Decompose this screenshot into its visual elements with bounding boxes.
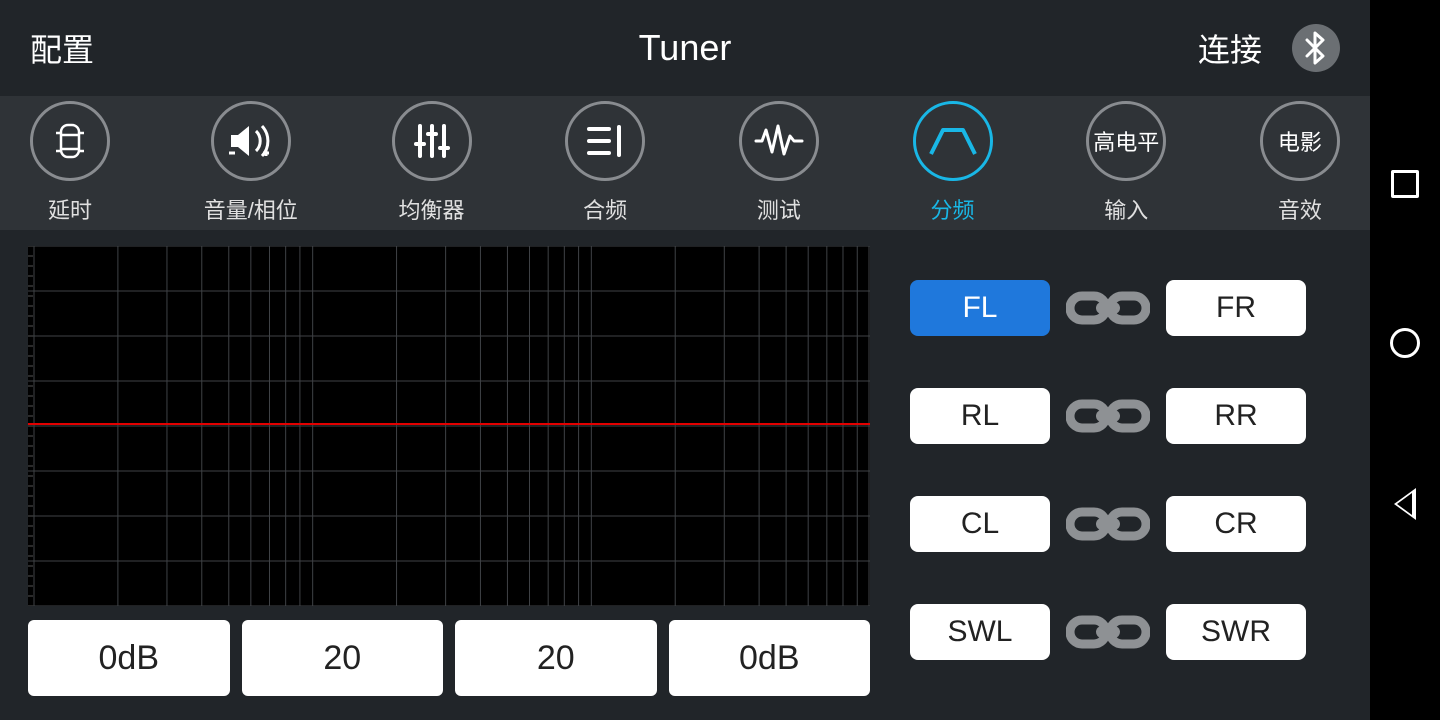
recents-icon[interactable] xyxy=(1391,170,1419,198)
car-icon xyxy=(30,101,110,181)
channel-swr-button[interactable]: SWR xyxy=(1166,604,1306,660)
tab-label: 音效 xyxy=(1278,193,1322,225)
tab-label: 延时 xyxy=(48,193,92,225)
tab-label: 合频 xyxy=(583,193,627,225)
gain-high-field[interactable]: 0dB xyxy=(669,620,871,696)
channel-rr-button[interactable]: RR xyxy=(1166,388,1306,444)
channel-selector: FL FR RL RR CL CR SWL SWR xyxy=(910,246,1342,704)
mode-tabbar: 延时 音量/相位 均衡器 合频 测试 分频 高电平输入 电影音效 xyxy=(0,96,1370,230)
config-button[interactable]: 配置 xyxy=(30,25,467,71)
channel-fl-button[interactable]: FL xyxy=(910,280,1050,336)
tab-merge[interactable]: 合频 xyxy=(565,101,645,225)
wave-icon xyxy=(739,101,819,181)
back-icon[interactable] xyxy=(1394,488,1416,520)
tab-label: 音量/相位 xyxy=(204,193,298,225)
tab-label: 分频 xyxy=(931,193,975,225)
link-icon[interactable] xyxy=(1064,286,1152,330)
header: 配置 Tuner 连接 xyxy=(0,0,1370,96)
link-icon[interactable] xyxy=(1064,394,1152,438)
tab-test[interactable]: 测试 xyxy=(739,101,819,225)
channel-fr-button[interactable]: FR xyxy=(1166,280,1306,336)
channel-row: RL RR xyxy=(910,388,1342,444)
home-icon[interactable] xyxy=(1390,328,1420,358)
link-icon[interactable] xyxy=(1064,610,1152,654)
tab-label: 测试 xyxy=(757,193,801,225)
merge-icon xyxy=(565,101,645,181)
channel-swl-button[interactable]: SWL xyxy=(910,604,1050,660)
freq-low-field[interactable]: 20 xyxy=(242,620,444,696)
input-icon: 高电平 xyxy=(1086,101,1166,181)
channel-cl-button[interactable]: CL xyxy=(910,496,1050,552)
page-title: Tuner xyxy=(467,27,904,69)
volume-icon xyxy=(211,101,291,181)
channel-cr-button[interactable]: CR xyxy=(1166,496,1306,552)
tab-delay[interactable]: 延时 xyxy=(30,101,110,225)
tab-sfx[interactable]: 电影音效 xyxy=(1260,101,1340,225)
sfx-icon: 电影 xyxy=(1260,101,1340,181)
freq-high-field[interactable]: 20 xyxy=(455,620,657,696)
connect-button[interactable]: 连接 xyxy=(1198,25,1262,71)
channel-row: SWL SWR xyxy=(910,604,1342,660)
android-navbar xyxy=(1370,0,1440,720)
tab-label: 输入 xyxy=(1104,193,1148,225)
bluetooth-icon[interactable] xyxy=(1292,24,1340,72)
tab-crossover[interactable]: 分频 xyxy=(913,101,993,225)
tab-input[interactable]: 高电平输入 xyxy=(1086,101,1166,225)
channel-rl-button[interactable]: RL xyxy=(910,388,1050,444)
link-icon[interactable] xyxy=(1064,502,1152,546)
tab-volphase[interactable]: 音量/相位 xyxy=(204,101,298,225)
tab-eq[interactable]: 均衡器 xyxy=(392,101,472,225)
crossover-graph[interactable] xyxy=(28,246,870,606)
channel-row: FL FR xyxy=(910,280,1342,336)
sliders-icon xyxy=(392,101,472,181)
trapez-icon xyxy=(913,101,993,181)
gain-low-field[interactable]: 0dB xyxy=(28,620,230,696)
channel-row: CL CR xyxy=(910,496,1342,552)
tab-label: 均衡器 xyxy=(398,193,464,225)
